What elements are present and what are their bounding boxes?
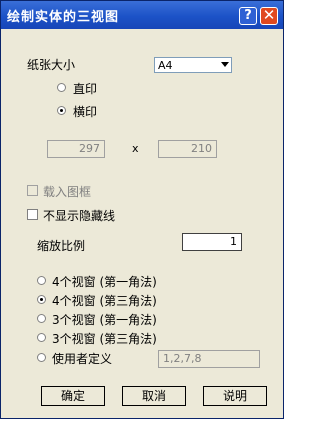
view-option-radio[interactable] bbox=[37, 276, 46, 285]
help-button[interactable]: 说明 bbox=[203, 386, 267, 406]
chevron-down-icon[interactable] bbox=[221, 62, 229, 67]
paper-height-field: 210 bbox=[158, 140, 217, 158]
custom-view-field: 1,2,7,8 bbox=[158, 350, 260, 368]
hide-hidden-lines-label: 不显示隐藏线 bbox=[43, 209, 116, 223]
window-title: 绘制实体的三视图 bbox=[7, 10, 120, 25]
portrait-label: 直印 bbox=[73, 82, 98, 96]
close-icon[interactable]: ✕ bbox=[260, 7, 278, 25]
landscape-label: 横印 bbox=[73, 105, 98, 119]
portrait-radio[interactable] bbox=[57, 83, 66, 92]
paper-size-label: 纸张大小 bbox=[27, 58, 76, 72]
paper-size-select[interactable]: A4 bbox=[154, 57, 232, 73]
paper-width-field: 297 bbox=[47, 140, 105, 158]
view-option-label: 使用者定义 bbox=[52, 352, 113, 366]
help-icon[interactable]: ? bbox=[239, 7, 257, 25]
view-option-label: 3个视窗 (第三角法) bbox=[52, 332, 157, 346]
view-option-radio[interactable] bbox=[37, 333, 46, 342]
cancel-button[interactable]: 取消 bbox=[122, 386, 186, 406]
scale-input[interactable]: 1 bbox=[182, 233, 242, 251]
view-option-label: 3个视窗 (第一角法) bbox=[52, 313, 157, 327]
view-option-radio[interactable] bbox=[37, 295, 46, 304]
hide-hidden-lines-checkbox[interactable] bbox=[27, 209, 38, 220]
scale-label: 缩放比例 bbox=[37, 239, 86, 253]
paper-size-value: A4 bbox=[158, 59, 173, 72]
load-frame-checkbox bbox=[27, 185, 38, 196]
load-frame-label: 载入图框 bbox=[43, 185, 92, 199]
dialog-window: 绘制实体的三视图 ? ✕ 纸张大小 A4 直印 横印 297 x 210 载入图… bbox=[0, 0, 284, 419]
view-option-radio[interactable] bbox=[37, 314, 46, 323]
ok-button[interactable]: 确定 bbox=[41, 386, 105, 406]
title-bar[interactable]: 绘制实体的三视图 ? ✕ bbox=[1, 1, 283, 29]
view-option-radio[interactable] bbox=[37, 353, 46, 362]
size-separator: x bbox=[132, 142, 139, 155]
view-option-label: 4个视窗 (第三角法) bbox=[52, 294, 157, 308]
landscape-radio[interactable] bbox=[57, 106, 66, 115]
view-option-label: 4个视窗 (第一角法) bbox=[52, 275, 157, 289]
